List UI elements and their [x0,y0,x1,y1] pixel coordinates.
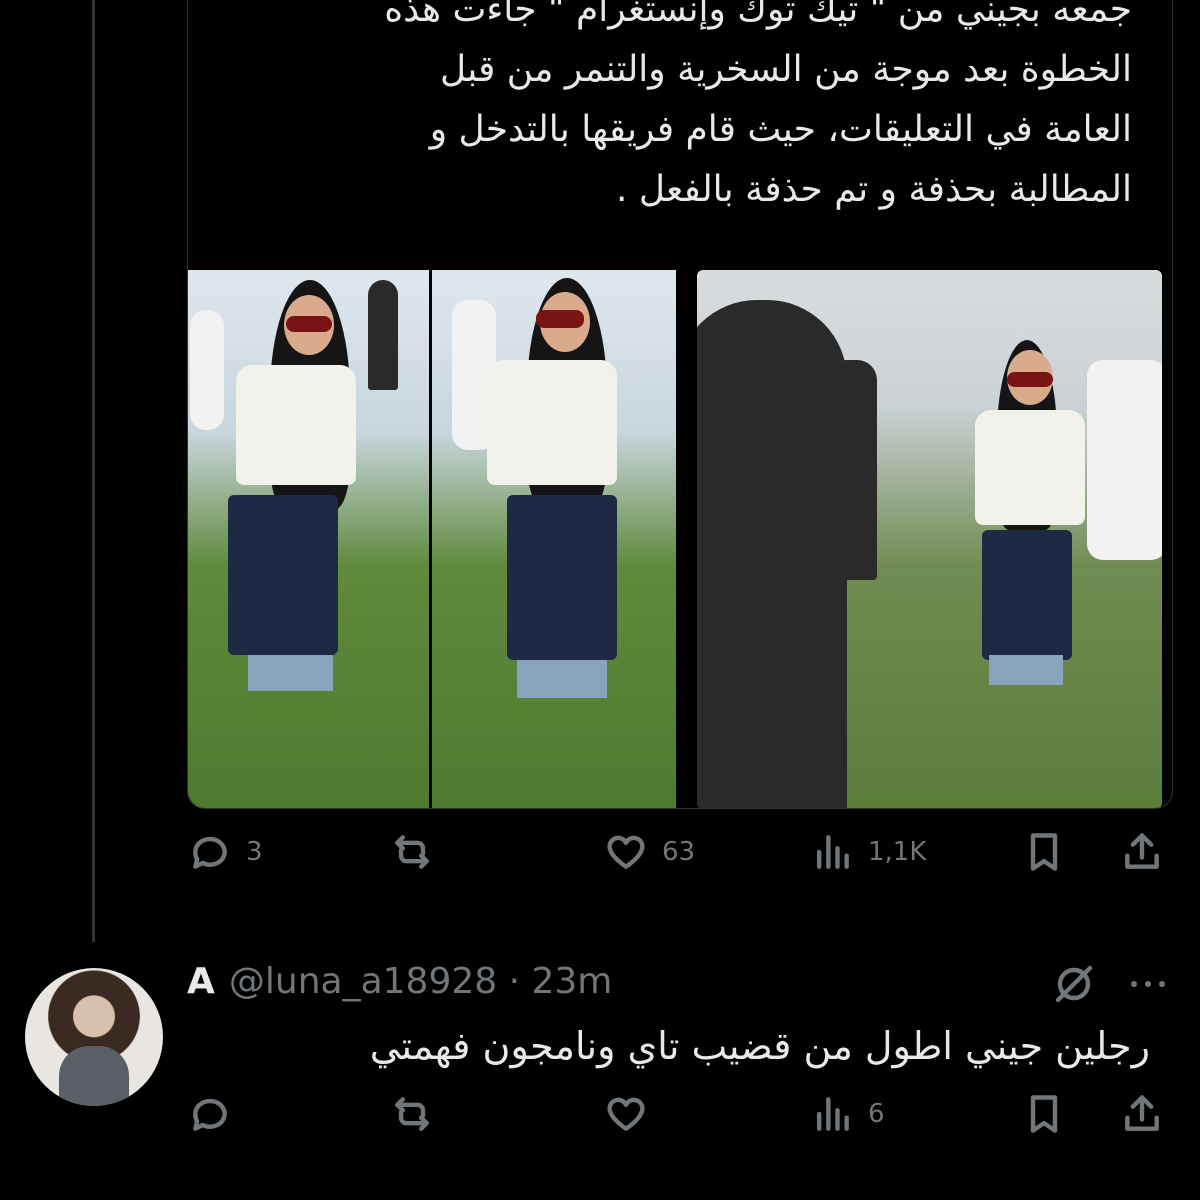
bookmark-button[interactable] [1022,830,1066,874]
reply-header: A @luna_a18928 · 23m [187,956,612,1006]
reply-tweet[interactable]: A @luna_a18928 · 23m رجلين جيني اطول من … [0,948,1200,1200]
like-icon [607,835,645,869]
like-button[interactable]: 63 [604,830,695,874]
hidden-reply-icon[interactable] [1050,960,1098,1008]
reply-like-button[interactable] [604,1092,662,1136]
more-options-icon[interactable] [1124,972,1172,996]
reply-icon [193,836,227,869]
photo-woman-denim-skirt-2[interactable] [432,270,676,808]
background-person [827,360,877,580]
media-grid [188,270,1172,808]
quoted-post-card[interactable]: جمعه بجيني من " تيك توك وإنستغرام " جاءت… [187,0,1173,809]
reply-repost-button[interactable] [390,1092,448,1136]
denim-skirt [507,495,617,660]
share-icon [1125,833,1159,869]
repost-button[interactable] [390,830,448,874]
share-button[interactable] [1120,830,1164,874]
denim-skirt [982,530,1072,660]
quoted-post-text: جمعه بجيني من " تيك توك وإنستغرام " جاءت… [202,0,1132,220]
white-tshirt [236,365,356,485]
quoted-text-line: جمعه بجيني من " تيك توك وإنستغرام " جاءت… [384,0,1132,30]
avatar[interactable] [25,968,163,1106]
denim-skirt [228,495,338,655]
reply-reply-button[interactable] [188,1092,246,1136]
like-icon [607,1097,645,1131]
foreground-person [697,300,847,808]
background-person [1087,360,1162,560]
thread-connector-line [92,0,95,942]
views-icon [816,1097,849,1131]
reply-views-button[interactable]: 6 [810,1092,885,1136]
views-button[interactable]: 1,1K [810,830,926,874]
sunglasses [286,316,332,332]
reply-author-name[interactable]: A [187,961,215,1002]
skirt-hem [989,655,1063,685]
share-icon [1125,1095,1159,1131]
reply-count: 3 [246,837,263,867]
views-count: 1,1K [868,837,927,867]
skirt-hem [248,655,333,691]
sunglasses [536,310,584,328]
post-action-bar: 3 63 1,1K [0,830,1200,890]
white-tshirt [975,410,1085,525]
quoted-text-line: المطالبة بحذفة و تم حذفة بالفعل . [615,169,1132,210]
reply-icon [193,1098,227,1131]
sunglasses [1007,372,1053,387]
white-tshirt [487,360,617,485]
reply-bookmark-button[interactable] [1022,1092,1066,1136]
photo-woman-denim-skirt-1[interactable] [188,270,429,808]
photo-woman-denim-skirt-3[interactable] [697,270,1162,808]
background-person [368,280,398,390]
reply-text: رجلين جيني اطول من قضيب تاي ونامجون فهمت… [369,1024,1150,1068]
quoted-text-line: الخطوة بعد موجة من السخرية والتنمر من قب… [440,49,1132,90]
repost-icon [395,835,429,869]
repost-icon [395,1097,429,1131]
bookmark-icon [1030,833,1058,871]
bookmark-icon [1030,1095,1058,1133]
quoted-text-line: العامة في التعليقات، حيث قام فريقها بالت… [429,109,1132,150]
reply-action-bar: 6 [0,1092,1200,1152]
background-person [190,310,224,430]
reply-handle-time[interactable]: @luna_a18928 · 23m [229,961,612,1002]
like-count: 63 [662,837,696,867]
reply-views-count: 6 [868,1099,885,1129]
reply-button[interactable]: 3 [188,830,263,874]
views-icon [816,835,849,869]
reply-share-button[interactable] [1120,1092,1164,1136]
skirt-hem [517,660,607,698]
